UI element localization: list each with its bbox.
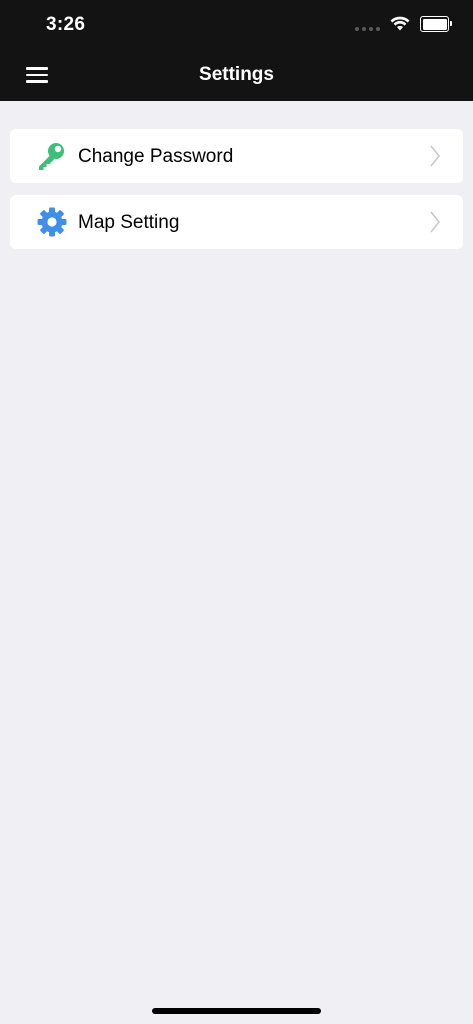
key-icon (39, 143, 64, 170)
settings-item-change-password[interactable]: Change Password (10, 129, 463, 183)
settings-item-label: Map Setting (78, 212, 180, 233)
status-time: 3:26 (46, 14, 86, 35)
gear-icon (37, 207, 67, 237)
settings-list: Change Password Map Setting (10, 129, 463, 261)
settings-item-label: Change Password (78, 146, 234, 167)
home-indicator[interactable] (152, 1008, 321, 1014)
settings-item-map-setting[interactable]: Map Setting (10, 195, 463, 249)
battery-icon (420, 16, 452, 32)
cellular-signal-icon (355, 27, 380, 31)
chevron-right-icon (430, 145, 441, 167)
page-title: Settings (199, 64, 274, 85)
chevron-right-icon (430, 211, 441, 233)
navigation-bar: 3:26 Settings (0, 0, 473, 101)
status-icons (355, 16, 452, 32)
wifi-icon (390, 16, 410, 31)
